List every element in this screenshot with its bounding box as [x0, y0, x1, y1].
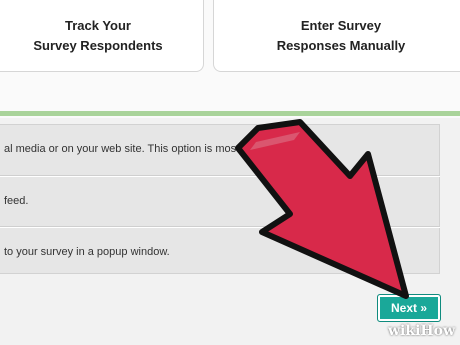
next-button-label: Next »: [390, 301, 428, 315]
wikihow-watermark: wikiHow: [388, 323, 455, 339]
option-web-link[interactable]: al media or on your web site. This optio…: [0, 125, 440, 173]
option-text: feed.: [4, 194, 29, 207]
next-button[interactable]: Next »: [377, 294, 441, 322]
card-title-line1: Track Your: [64, 17, 131, 33]
option-popup[interactable]: to your survey in a popup window.: [0, 227, 440, 275]
option-social-feed[interactable]: feed.: [0, 176, 440, 224]
card-title-line2: Responses Manually: [276, 37, 406, 53]
watermark-wiki: wiki: [388, 323, 421, 339]
card-title-line2: Survey Respondents: [33, 37, 163, 53]
card-title-line1: Enter Survey: [300, 17, 382, 33]
option-text: al media or on your web site. This optio…: [4, 143, 313, 155]
option-text: to your survey in a popup window.: [4, 245, 170, 258]
watermark-how: How: [420, 323, 456, 339]
collector-options-panel: al media or on your web site. This optio…: [0, 124, 440, 274]
section-divider: [0, 111, 460, 116]
enter-responses-card[interactable]: Enter Survey Responses Manually: [213, 0, 460, 72]
track-respondents-card[interactable]: Track Your Survey Respondents: [0, 0, 204, 72]
